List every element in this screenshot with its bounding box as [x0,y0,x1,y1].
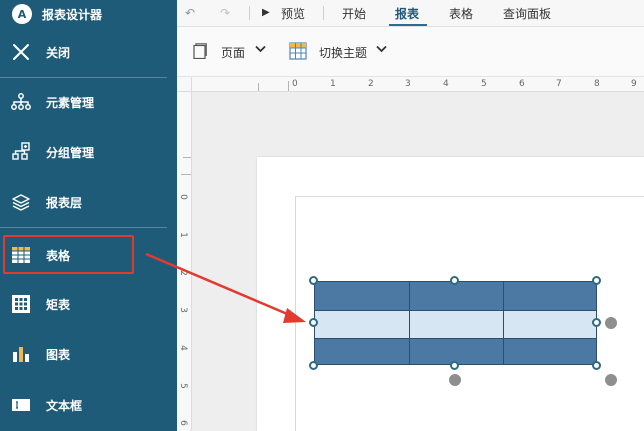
add-row-handle[interactable] [449,374,461,386]
preview-button[interactable]: 预览 [281,5,305,22]
toolbar-separator [249,6,250,20]
table-element[interactable] [314,281,597,365]
hierarchy-icon [11,92,31,112]
ruler-label: 0 [292,79,298,89]
ruler-label: 8 [594,79,600,89]
ruler-tick [183,157,191,158]
resize-handle[interactable] [309,361,318,370]
sidebar-item-close[interactable]: 关闭 [0,32,177,72]
resize-handle[interactable] [309,318,318,327]
page-button[interactable]: 页面 [221,44,245,61]
app-header: A 报表设计器 [0,0,177,28]
app-title: 报表设计器 [42,7,103,22]
ruler-label: 4 [177,345,188,351]
sidebar-item-label: 矩表 [46,297,71,312]
close-icon [11,42,31,62]
table-detail-row[interactable] [315,310,596,338]
app-logo-glyph: A [17,7,27,21]
ruler-label: 0 [177,194,188,200]
ruler-tick [258,83,259,91]
page-margin-guide [295,196,296,431]
group-icon [11,142,31,162]
sidebar-item-report-layers[interactable]: 报表层 [0,182,177,222]
table-gridline [409,282,410,364]
tab-table[interactable]: 表格 [449,5,473,22]
sidebar-item-label: 分组管理 [46,145,95,160]
resize-handle[interactable] [450,361,459,370]
chevron-down-icon[interactable] [376,43,387,56]
sidebar-divider [0,227,167,228]
sidebar-item-label: 报表层 [46,195,83,210]
ruler-label: 4 [443,79,449,89]
toolbar-separator [323,6,324,20]
ruler-label: 2 [177,270,188,276]
matrix-icon [11,294,31,314]
ruler-label: 5 [177,383,188,389]
layers-icon [11,192,31,212]
table-gridline [315,338,596,339]
ruler-label: 2 [368,79,374,89]
ruler-tick [181,174,191,175]
table-header-row[interactable] [315,282,596,310]
undo-icon[interactable]: ↶ [185,6,195,20]
textbox-icon [11,395,31,415]
ruler-left: 0 1 2 3 4 5 6 [177,92,192,431]
bar-chart-icon [11,344,31,364]
sidebar-item-label: 元素管理 [46,95,95,110]
sidebar-item-element-manager[interactable]: 元素管理 [0,82,177,122]
table-gridline [315,310,596,311]
sidebar-item-label: 关闭 [46,45,71,60]
ribbon: 页面 切换主题 [177,27,644,77]
corner-handle[interactable] [605,374,617,386]
sidebar-item-label: 文本框 [46,398,83,413]
table-footer-row[interactable] [315,338,596,364]
table-gridline [503,282,504,364]
ruler-label: 9 [631,79,637,89]
redo-icon[interactable]: ↷ [220,6,230,20]
top-toolbar: ↶ ↷ ▶ 预览 开始 报表 表格 查询面板 [177,0,644,27]
app-logo-icon: A [12,4,32,24]
tab-start[interactable]: 开始 [342,5,366,22]
sidebar-divider [0,77,167,78]
sidebar-item-group-manager[interactable]: 分组管理 [0,132,177,172]
ruler-label: 3 [405,79,411,89]
sidebar: A 报表设计器 关闭 元素管理 分组管理 报表层 表格 矩表 图表 文本框 [0,0,177,431]
sidebar-item-label: 图表 [46,347,71,362]
sidebar-item-matrix[interactable]: 矩表 [0,284,177,324]
ruler-label: 3 [177,307,188,313]
resize-handle[interactable] [592,361,601,370]
tab-report[interactable]: 报表 [395,5,419,22]
page-icon [193,43,207,62]
resize-handle[interactable] [450,276,459,285]
resize-handle[interactable] [592,276,601,285]
ruler-label: 5 [481,79,487,89]
highlight-box [3,235,134,274]
ruler-label: 1 [177,232,188,238]
tab-query-panel[interactable]: 查询面板 [503,5,551,22]
theme-icon [289,42,307,63]
ruler-label: 6 [519,79,525,89]
chevron-down-icon[interactable] [255,43,266,56]
resize-handle[interactable] [309,276,318,285]
add-column-handle[interactable] [605,317,617,329]
sidebar-item-chart[interactable]: 图表 [0,334,177,374]
ruler-label: 1 [330,79,336,89]
ruler-corner [177,77,192,92]
play-icon: ▶ [262,7,270,18]
ruler-label: 6 [177,420,188,426]
active-tab-indicator [389,24,427,26]
ruler-tick [288,81,289,91]
page-margin-guide [295,196,644,197]
sidebar-item-textbox[interactable]: 文本框 [0,385,177,425]
ruler-top: 0 1 2 3 4 5 6 7 8 9 [192,77,644,92]
ruler-label: 7 [556,79,562,89]
resize-handle[interactable] [592,318,601,327]
switch-theme-button[interactable]: 切换主题 [319,44,367,61]
